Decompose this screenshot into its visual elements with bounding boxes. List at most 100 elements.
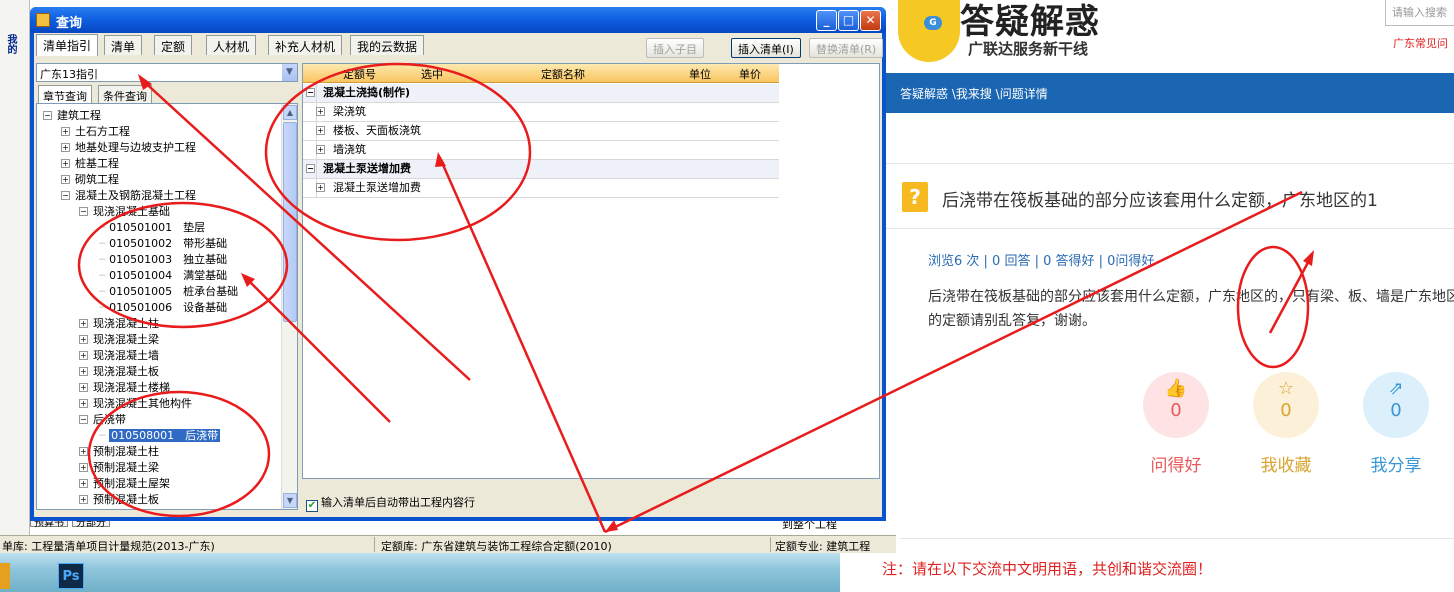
- autofill-option[interactable]: ✔ 输入清单后自动带出工程内容行: [306, 494, 475, 512]
- tab-labor-material[interactable]: 人材机: [206, 35, 257, 55]
- expand-icon[interactable]: +: [61, 127, 70, 136]
- tree-branch-item[interactable]: + 地基处理与边坡支护工程: [61, 140, 196, 156]
- col-selected[interactable]: 选中: [421, 66, 443, 82]
- favorite-label[interactable]: 我收藏: [1241, 451, 1331, 476]
- scroll-thumb[interactable]: [283, 122, 297, 322]
- grid-row[interactable]: + 墙浇筑: [303, 141, 779, 160]
- question-stats[interactable]: 浏览6 次 | 0 回答 | 0 答得好 | 0问得好: [928, 250, 1154, 269]
- expand-icon[interactable]: +: [79, 383, 88, 392]
- tree-branch-item[interactable]: + 桩基工程: [61, 156, 119, 172]
- grid-group-row[interactable]: − 混凝土浇捣(制作): [303, 84, 779, 103]
- collapse-icon[interactable]: −: [79, 415, 88, 424]
- tree-leaf-item[interactable]: ┈ 010501005 桩承台基础: [99, 284, 238, 300]
- insert-list-button[interactable]: 插入清单(I): [731, 38, 801, 58]
- col-price[interactable]: 单价: [739, 66, 761, 82]
- collapse-icon[interactable]: −: [306, 88, 315, 97]
- tree-branch-item[interactable]: − 现浇混凝土基础: [79, 204, 170, 220]
- photoshop-icon[interactable]: Ps: [58, 563, 84, 589]
- expand-icon[interactable]: +: [79, 447, 88, 456]
- replace-list-button[interactable]: 替换清单(R): [809, 38, 884, 58]
- search-input[interactable]: 请输入搜索: [1385, 0, 1454, 26]
- tree-branch-item[interactable]: + 现浇混凝土其他构件: [79, 396, 192, 412]
- chevron-down-icon[interactable]: ▼: [281, 64, 297, 81]
- tree-branch-item[interactable]: + 现浇混凝土板: [79, 364, 159, 380]
- tree-leaf-item[interactable]: ┈ 010508001 后浇带: [99, 428, 221, 444]
- subtab-chapter-query[interactable]: 章节查询: [38, 85, 92, 103]
- tree-branch-item[interactable]: − 后浇带: [79, 412, 126, 428]
- dialog-titlebar[interactable]: 查询 _ □ ✕: [30, 7, 886, 33]
- like-count: 0: [1170, 400, 1182, 421]
- minimize-button[interactable]: _: [816, 10, 837, 31]
- tree-leaf-item[interactable]: ┈ 010501004 满堂基础: [99, 268, 227, 284]
- expand-icon[interactable]: +: [79, 319, 88, 328]
- collapse-icon[interactable]: −: [79, 207, 88, 216]
- collapse-icon[interactable]: −: [306, 164, 315, 173]
- grid-row[interactable]: + 混凝土泵送增加费: [303, 179, 779, 198]
- insert-child-button[interactable]: 插入子目: [646, 38, 704, 58]
- grid-group-row[interactable]: − 混凝土泵送增加费: [303, 160, 779, 179]
- breadcrumb[interactable]: 答疑解惑 \我来搜 \问题详情: [900, 85, 1048, 102]
- collapse-icon[interactable]: −: [61, 191, 70, 200]
- collapse-icon[interactable]: −: [43, 111, 52, 120]
- expand-icon[interactable]: +: [79, 367, 88, 376]
- tree-leaf-item[interactable]: ┈ 010501006 设备基础: [99, 300, 227, 316]
- faq-link[interactable]: 广东常见问: [1393, 35, 1448, 51]
- scroll-down-icon[interactable]: ▼: [283, 493, 297, 508]
- grid-row[interactable]: + 梁浇筑: [303, 103, 779, 122]
- expand-icon[interactable]: +: [316, 126, 325, 135]
- expand-icon[interactable]: +: [79, 351, 88, 360]
- expand-icon[interactable]: +: [79, 335, 88, 344]
- tree-leaf-item[interactable]: ┈ 010501002 带形基础: [99, 236, 227, 252]
- expand-icon[interactable]: +: [61, 175, 70, 184]
- expand-icon[interactable]: +: [316, 107, 325, 116]
- tree-item-label: 010508001 后浇带: [109, 429, 221, 442]
- tab-list-guide[interactable]: 清单指引: [36, 34, 99, 56]
- tree-branch-item[interactable]: + 现浇混凝土梁: [79, 332, 159, 348]
- expand-icon[interactable]: +: [316, 145, 325, 154]
- tree-item-label: 010501006 设备基础: [109, 301, 228, 314]
- tree-branch-item[interactable]: + 预制混凝土屋架: [79, 476, 170, 492]
- expand-icon[interactable]: +: [79, 463, 88, 472]
- tree-branch-item[interactable]: + 土石方工程: [61, 124, 130, 140]
- autofill-checkbox[interactable]: ✔: [306, 500, 318, 512]
- tab-my-cloud[interactable]: 我的云数据: [350, 35, 425, 55]
- favorite-button[interactable]: ☆ 0: [1253, 372, 1319, 438]
- app-shortcut-icon[interactable]: [0, 563, 10, 589]
- status-divider: [374, 537, 375, 552]
- tree-scrollbar[interactable]: ▲ ▼: [281, 104, 297, 509]
- scroll-up-icon[interactable]: ▲: [283, 105, 297, 120]
- library-select[interactable]: 广东13指引 ▼: [36, 63, 298, 82]
- tab-list[interactable]: 清单: [104, 35, 143, 55]
- close-button[interactable]: ✕: [860, 10, 881, 31]
- expand-icon[interactable]: +: [79, 495, 88, 504]
- col-quota-name[interactable]: 定额名称: [541, 66, 585, 82]
- tree-leaf-item[interactable]: ┈ 010501003 独立基础: [99, 252, 227, 268]
- tree-branch-item[interactable]: + 预制混凝土柱: [79, 444, 159, 460]
- expand-icon[interactable]: +: [316, 183, 325, 192]
- tree-branch-item[interactable]: + 现浇混凝土墙: [79, 348, 159, 364]
- tree-branch-item[interactable]: − 建筑工程: [43, 108, 101, 124]
- tree-item-label: 预制混凝土屋架: [93, 477, 170, 490]
- like-label[interactable]: 问得好: [1131, 451, 1221, 476]
- tab-quota[interactable]: 定额: [154, 35, 193, 55]
- tree-branch-item[interactable]: + 现浇混凝土柱: [79, 316, 159, 332]
- tree-branch-item[interactable]: + 预制混凝土板: [79, 492, 159, 508]
- tree-branch-item[interactable]: + 预制混凝土梁: [79, 460, 159, 476]
- share-button[interactable]: ⇗ 0: [1363, 372, 1429, 438]
- expand-icon[interactable]: +: [79, 479, 88, 488]
- like-button[interactable]: 👍 0: [1143, 372, 1209, 438]
- tree-branch-item[interactable]: + 现浇混凝土楼梯: [79, 380, 170, 396]
- tree-leaf-item[interactable]: ┈ 010501001 垫层: [99, 220, 205, 236]
- share-label[interactable]: 我分享: [1351, 451, 1441, 476]
- col-unit[interactable]: 单位: [689, 66, 711, 82]
- tree-branch-item[interactable]: + 砌筑工程: [61, 172, 119, 188]
- tab-supplement-material[interactable]: 补充人材机: [268, 35, 343, 55]
- col-quota-no[interactable]: 定额号: [343, 66, 376, 82]
- maximize-button[interactable]: □: [838, 10, 859, 31]
- subtab-condition-query[interactable]: 条件查询: [98, 85, 152, 103]
- expand-icon[interactable]: +: [79, 399, 88, 408]
- tree-branch-item[interactable]: − 混凝土及钢筋混凝土工程: [61, 188, 196, 204]
- expand-icon[interactable]: +: [61, 159, 70, 168]
- grid-row[interactable]: + 楼板、天面板浇筑: [303, 122, 779, 141]
- expand-icon[interactable]: +: [61, 143, 70, 152]
